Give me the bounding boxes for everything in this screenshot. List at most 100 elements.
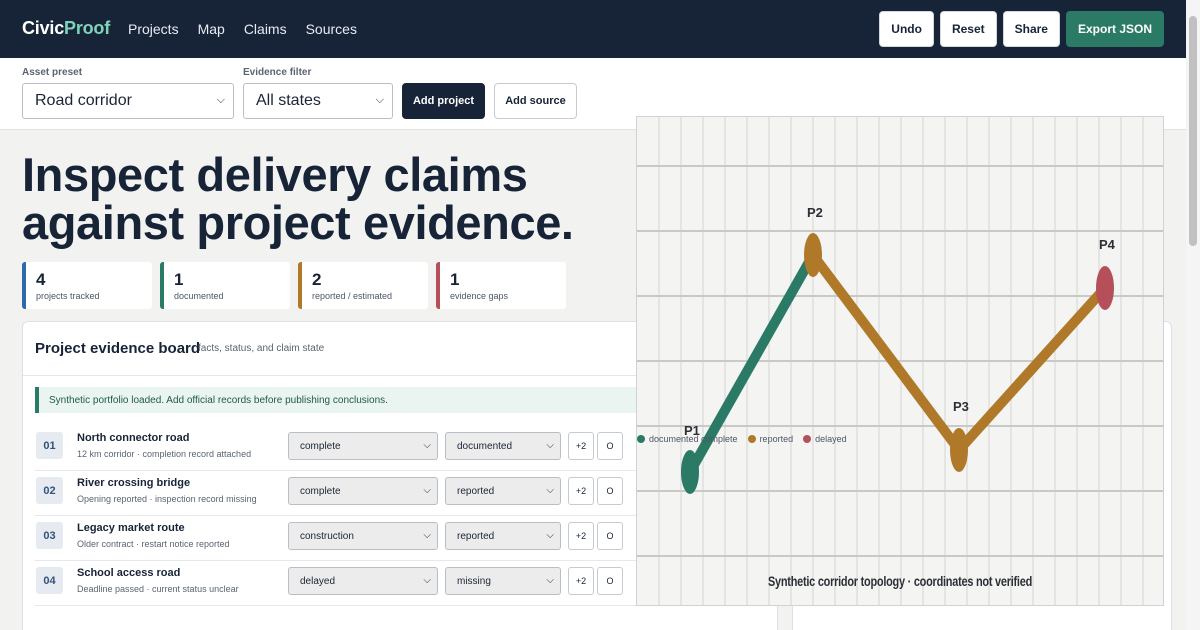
map-label-p3: P3 [953, 399, 969, 414]
legend-label: reported [759, 434, 794, 444]
evidence-select[interactable]: reported ⌵ [445, 522, 561, 550]
add-source-button[interactable]: Add source [494, 83, 577, 119]
more-sources-button[interactable]: +2 [568, 432, 594, 460]
project-name[interactable]: River crossing bridge [77, 477, 190, 489]
evidence-value: missing [457, 576, 491, 587]
map-point-p4[interactable] [1096, 266, 1114, 310]
brand-name-part1: Civic [22, 18, 65, 38]
row-index: 02 [36, 477, 63, 504]
nav-projects[interactable]: Projects [128, 21, 179, 37]
chevron-down-icon: ⌵ [546, 485, 554, 496]
project-name[interactable]: School access road [77, 567, 180, 579]
evidence-value: reported [457, 486, 495, 497]
stat-label: reported / estimated [312, 291, 393, 301]
project-detail: Deadline passed · current status unclear [77, 584, 239, 594]
evidence-filter-label: Evidence filter [243, 67, 312, 78]
evidence-select[interactable]: missing ⌵ [445, 567, 561, 595]
scrollbar-thumb[interactable] [1189, 16, 1197, 246]
open-button[interactable]: O [597, 477, 623, 505]
chevron-down-icon: ⌵ [423, 485, 431, 496]
chevron-down-icon: ⌵ [216, 94, 225, 106]
evidence-value: documented [457, 441, 513, 452]
status-value: construction [300, 531, 354, 542]
asset-preset-value: Road corridor [35, 92, 132, 109]
stat-reported-estimated: 2 reported / estimated [298, 262, 428, 309]
legend-swatch [803, 435, 812, 443]
status-select[interactable]: delayed ⌵ [288, 567, 438, 595]
legend-label: documented complete [649, 434, 738, 444]
status-value: complete [300, 486, 341, 497]
stat-value: 1 [174, 270, 184, 289]
map-caption: Synthetic corridor topology · coordinate… [767, 573, 1033, 589]
asset-preset-label: Asset preset [22, 67, 83, 78]
undo-button[interactable]: Undo [879, 11, 934, 47]
evidence-filter-select[interactable]: All states ⌵ [243, 83, 393, 119]
row-index: 04 [36, 567, 63, 594]
project-detail: Opening reported · inspection record mis… [77, 494, 257, 504]
reset-button[interactable]: Reset [939, 11, 997, 47]
legend-swatch [747, 435, 756, 443]
brand-logo[interactable]: CivicProof [22, 18, 110, 39]
nav-links: Projects Map Claims Sources [128, 21, 357, 37]
status-value: complete [300, 441, 341, 452]
legend-item: reported [747, 434, 794, 444]
stat-documented: 1 documented [160, 262, 290, 309]
stat-value: 1 [450, 270, 460, 289]
stat-label: evidence gaps [450, 291, 509, 301]
legend-item: delayed [803, 434, 847, 444]
map-label-p2: P2 [807, 205, 823, 220]
more-sources-button[interactable]: +2 [568, 477, 594, 505]
brand-name-part2: Proof [64, 18, 111, 38]
map-point-p1[interactable] [681, 450, 699, 494]
status-select[interactable]: complete ⌵ [288, 432, 438, 460]
evidence-select[interactable]: reported ⌵ [445, 477, 561, 505]
more-sources-button[interactable]: +2 [568, 567, 594, 595]
corridor-map[interactable]: P1 P2 P3 P4 documented complete reported… [636, 116, 1164, 606]
header-actions: Undo Reset Share Export JSON [879, 11, 1164, 47]
nav-claims[interactable]: Claims [244, 21, 287, 37]
stat-value: 4 [36, 270, 46, 289]
open-button[interactable]: O [597, 432, 623, 460]
more-sources-button[interactable]: +2 [568, 522, 594, 550]
board-subtitle: facts, status, and claim state [198, 343, 325, 354]
row-index: 03 [36, 522, 63, 549]
stat-projects-tracked: 4 projects tracked [22, 262, 152, 309]
page-scrollbar[interactable] [1186, 0, 1200, 630]
row-index: 01 [36, 432, 63, 459]
stat-value: 2 [312, 270, 322, 289]
chevron-down-icon: ⌵ [423, 440, 431, 451]
asset-preset-select[interactable]: Road corridor ⌵ [22, 83, 234, 119]
legend-item: documented complete [637, 434, 738, 444]
chevron-down-icon: ⌵ [375, 94, 384, 106]
chevron-down-icon: ⌵ [423, 575, 431, 586]
nav-map[interactable]: Map [198, 21, 225, 37]
map-point-p2[interactable] [804, 233, 822, 277]
status-select[interactable]: construction ⌵ [288, 522, 438, 550]
evidence-select[interactable]: documented ⌵ [445, 432, 561, 460]
top-nav: CivicProof Projects Map Claims Sources U… [0, 0, 1186, 58]
open-button[interactable]: O [597, 567, 623, 595]
export-json-button[interactable]: Export JSON [1065, 11, 1164, 47]
stat-label: projects tracked [36, 291, 100, 301]
chevron-down-icon: ⌵ [423, 530, 431, 541]
project-detail: Older contract · restart notice reported [77, 539, 230, 549]
hero-heading: Inspect delivery claims against project … [22, 151, 574, 247]
evidence-value: reported [457, 531, 495, 542]
project-name[interactable]: Legacy market route [77, 522, 185, 534]
board-title: Project evidence board [35, 340, 201, 357]
map-point-p3[interactable] [950, 428, 968, 472]
map-legend: documented complete reported delayed [637, 434, 847, 444]
nav-sources[interactable]: Sources [306, 21, 357, 37]
project-name[interactable]: North connector road [77, 432, 189, 444]
add-project-button[interactable]: Add project [402, 83, 485, 119]
chevron-down-icon: ⌵ [546, 530, 554, 541]
hero-line-1: Inspect delivery claims [22, 148, 528, 201]
open-button[interactable]: O [597, 522, 623, 550]
chevron-down-icon: ⌵ [546, 575, 554, 586]
share-button[interactable]: Share [1002, 11, 1060, 47]
chevron-down-icon: ⌵ [546, 440, 554, 451]
status-select[interactable]: complete ⌵ [288, 477, 438, 505]
hero-line-2: against project evidence. [22, 196, 574, 249]
legend-label: delayed [815, 434, 847, 444]
stat-label: documented [174, 291, 224, 301]
